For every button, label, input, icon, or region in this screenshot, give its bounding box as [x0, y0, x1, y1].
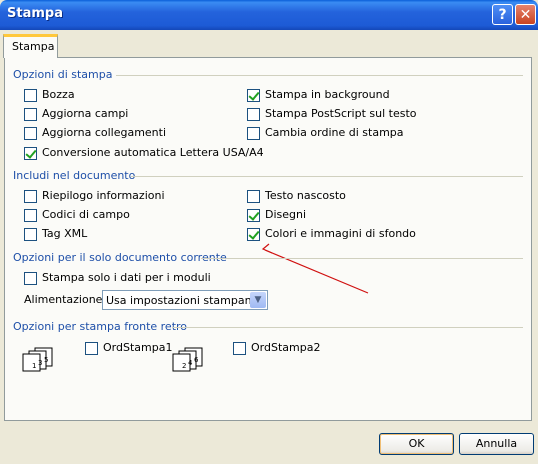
checkbox-label: Disegni [265, 208, 307, 221]
duplex-icon-digit: 3 [38, 359, 42, 367]
duplex-icon-digit: 4 [188, 359, 193, 367]
checkbox-label: OrdStampa2 [251, 341, 321, 354]
duplex-order1-icon: 1 3 5 [22, 347, 53, 372]
current-doc-heading: Opzioni per il solo documento corrente [13, 251, 227, 264]
checkbox-box[interactable] [247, 127, 260, 140]
tab-stampa[interactable]: Stampa [3, 34, 58, 58]
checkbox-box[interactable] [24, 147, 37, 160]
checkbox-box[interactable] [247, 89, 260, 102]
checkbox-label: Bozza [42, 88, 75, 101]
checkbox-box[interactable] [24, 108, 37, 121]
cancel-button[interactable]: Annulla [459, 433, 534, 455]
checkbox-label: Tag XML [42, 227, 88, 240]
checkbox-box[interactable] [24, 209, 37, 222]
checkbox-label: Colori e immagini di sfondo [265, 227, 416, 240]
duplex-icon-digit: 2 [182, 362, 186, 370]
checkbox-box[interactable] [85, 342, 98, 355]
duplex-divider [172, 327, 523, 328]
chevron-down-icon[interactable]: ▼ [250, 292, 266, 308]
checkbox-label: Stampa PostScript sul testo [265, 107, 417, 120]
checkbox-label: OrdStampa1 [103, 341, 173, 354]
ok-button[interactable]: OK [379, 433, 454, 455]
checkbox-box[interactable] [24, 228, 37, 241]
checkbox-label: Codici di campo [42, 208, 130, 221]
feed-label: Alimentazione: [24, 293, 107, 306]
print-dialog: Stampa ? ✕ Stampa Opzioni di stampa Bozz… [0, 0, 538, 464]
duplex-order2-icon: 2 4 6 [172, 347, 203, 372]
checkbox-box[interactable] [247, 190, 260, 203]
help-button[interactable]: ? [492, 4, 513, 25]
feed-select-value: Usa impostazioni stampante [106, 294, 263, 307]
duplex-icon-digit: 1 [32, 362, 36, 370]
checkbox-box[interactable] [24, 89, 37, 102]
include-heading: Includi nel documento [13, 169, 136, 182]
checkbox-label: Aggiorna collegamenti [42, 126, 167, 139]
current-doc-divider [201, 258, 523, 259]
window-title: Stampa [7, 6, 63, 21]
title-bar: Stampa ? ✕ [0, 0, 538, 30]
checkbox-label: Stampa solo i dati per i moduli [42, 271, 211, 284]
checkbox-box[interactable] [247, 209, 260, 222]
checkbox-box[interactable] [24, 127, 37, 140]
include-divider [131, 176, 523, 177]
checkbox-box[interactable] [247, 108, 260, 121]
checkbox-label: Riepilogo informazioni [42, 189, 165, 202]
duplex-icon-digit: 5 [44, 356, 48, 364]
checkbox-label: Aggiorna campi [42, 107, 129, 120]
feed-select[interactable]: Usa impostazioni stampante ▼ [102, 290, 268, 310]
checkbox-label: Stampa in background [265, 88, 390, 101]
tab-label: Stampa [12, 40, 55, 53]
checkbox-box[interactable] [24, 190, 37, 203]
checkbox-box[interactable] [24, 272, 37, 285]
checkbox-label: Cambia ordine di stampa [265, 126, 404, 139]
close-button[interactable]: ✕ [515, 4, 536, 25]
checkbox-label: Testo nascosto [265, 189, 346, 202]
print-options-heading: Opzioni di stampa [13, 68, 113, 81]
annotation-arrow [261, 243, 369, 294]
checkbox-label: Conversione automatica Lettera USA/A4 [42, 146, 264, 159]
duplex-heading: Opzioni per stampa fronte retro [13, 320, 188, 333]
duplex-icon-digit: 6 [194, 356, 199, 364]
print-options-divider [116, 75, 523, 76]
checkbox-box[interactable] [233, 342, 246, 355]
